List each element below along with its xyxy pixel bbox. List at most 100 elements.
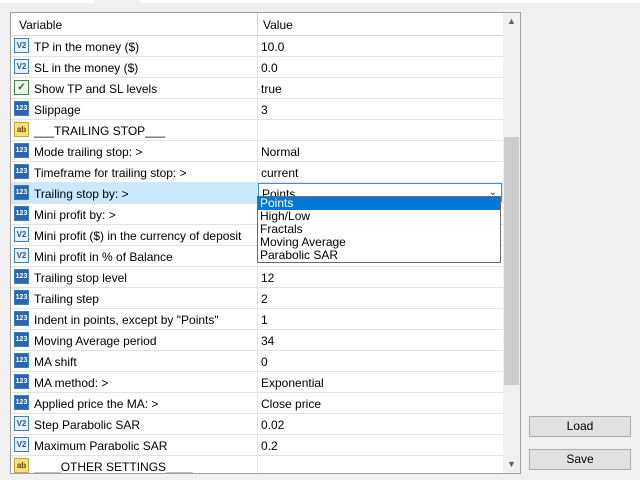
table-row[interactable]: 123 Slippage 3: [11, 99, 503, 120]
table-row[interactable]: 123 Timeframe for trailing stop: > current: [11, 162, 503, 183]
value-cell[interactable]: 10.0: [261, 40, 284, 54]
value-cell[interactable]: current: [261, 166, 298, 180]
value-cell[interactable]: 12: [261, 271, 274, 285]
header-variable: Variable: [19, 18, 63, 32]
value-cell[interactable]: 0.02: [261, 418, 284, 432]
table-row[interactable]: 123 Mode trailing stop: > Normal: [11, 141, 503, 162]
integer-value-icon: 123: [14, 332, 29, 347]
table-row[interactable]: V2 Step Parabolic SAR 0.02: [11, 414, 503, 435]
table-row[interactable]: 123 Trailing step 2: [11, 288, 503, 309]
variable-cell[interactable]: V2 SL in the money ($): [11, 57, 258, 77]
table-row[interactable]: V2 Maximum Parabolic SAR 0.2: [11, 435, 503, 456]
variable-cell[interactable]: 123 Moving Average period: [11, 330, 258, 350]
load-button[interactable]: Load: [529, 416, 631, 437]
variable-name: Slippage: [34, 103, 81, 117]
variable-cell[interactable]: 123 Trailing stop by: >: [11, 183, 258, 203]
variable-cell[interactable]: 123 MA method: >: [11, 372, 258, 392]
table-row[interactable]: 123 Trailing stop level 12: [11, 267, 503, 288]
value-cell[interactable]: 1: [261, 313, 268, 327]
integer-value-icon: 123: [14, 185, 29, 200]
variable-cell[interactable]: 123 Slippage: [11, 99, 258, 119]
variable-name: Maximum Parabolic SAR: [34, 439, 168, 453]
save-button[interactable]: Save: [529, 449, 631, 470]
variable-name: ____OTHER SETTINGS____: [34, 460, 193, 474]
value-cell[interactable]: 0: [261, 355, 268, 369]
integer-value-icon: 123: [14, 206, 29, 221]
table-row[interactable]: ✓ Show TP and SL levels true: [11, 78, 503, 99]
variable-name: Mini profit in % of Balance: [34, 250, 173, 264]
value-cell[interactable]: 3: [261, 103, 268, 117]
integer-value-icon: 123: [14, 395, 29, 410]
variable-name: SL in the money ($): [34, 61, 139, 75]
scroll-up-arrow-icon[interactable]: ▲: [503, 13, 520, 30]
double-value-icon: V2: [14, 38, 29, 53]
variable-cell[interactable]: V2 TP in the money ($): [11, 36, 258, 56]
variable-cell[interactable]: 123 Applied price the MA: >: [11, 393, 258, 413]
value-cell[interactable]: 0.0: [261, 61, 278, 75]
variable-cell[interactable]: 123 MA shift: [11, 351, 258, 371]
value-cell[interactable]: Close price: [261, 397, 321, 411]
value-cell[interactable]: 2: [261, 292, 268, 306]
variable-name: Trailing step: [34, 292, 99, 306]
variable-cell[interactable]: 123 Mode trailing stop: >: [11, 141, 258, 161]
variable-cell[interactable]: ab ____OTHER SETTINGS____: [11, 456, 258, 474]
integer-value-icon: 123: [14, 143, 29, 158]
variable-name: Show TP and SL levels: [34, 82, 158, 96]
double-value-icon: V2: [14, 227, 29, 242]
variable-name: Applied price the MA: >: [34, 397, 159, 411]
grid-header: Variable Value: [11, 13, 503, 36]
variable-cell[interactable]: 123 Timeframe for trailing stop: >: [11, 162, 258, 182]
trailing-stop-by-dropdown[interactable]: Points High/Low Fractals Moving Average Para…: [257, 196, 501, 263]
variable-name: MA method: >: [34, 376, 109, 390]
variable-cell[interactable]: 123 Indent in points, except by "Points": [11, 309, 258, 329]
variable-cell[interactable]: V2 Maximum Parabolic SAR: [11, 435, 258, 455]
variable-cell[interactable]: ab ___TRAILING STOP___: [11, 120, 258, 140]
header-value[interactable]: Value: [263, 18, 293, 32]
value-cell[interactable]: Normal: [261, 145, 300, 159]
value-cell[interactable]: 34: [261, 334, 274, 348]
table-row[interactable]: V2 SL in the money ($) 0.0: [11, 57, 503, 78]
value-cell[interactable]: 0.2: [261, 439, 278, 453]
variable-cell[interactable]: 123 Trailing step: [11, 288, 258, 308]
integer-value-icon: 123: [14, 290, 29, 305]
variable-cell[interactable]: 123 Mini profit by: >: [11, 204, 258, 224]
variable-cell[interactable]: V2 Step Parabolic SAR: [11, 414, 258, 434]
boolean-value-icon: ✓: [14, 80, 29, 95]
value-cell[interactable]: true: [261, 82, 282, 96]
variable-name: Step Parabolic SAR: [34, 418, 141, 432]
variable-cell[interactable]: 123 Trailing stop level: [11, 267, 258, 287]
scroll-thumb[interactable]: [504, 137, 519, 385]
variable-cell[interactable]: V2 Mini profit ($) in the currency of dep…: [11, 225, 258, 245]
double-value-icon: V2: [14, 248, 29, 263]
tab-stub-right: [140, 0, 640, 3]
variable-cell[interactable]: ✓ Show TP and SL levels: [11, 78, 258, 98]
variable-cell[interactable]: V2 Mini profit in % of Balance: [11, 246, 258, 266]
integer-value-icon: 123: [14, 101, 29, 116]
value-cell[interactable]: Exponential: [261, 376, 324, 390]
double-value-icon: V2: [14, 59, 29, 74]
variable-name: Timeframe for trailing stop: >: [34, 166, 187, 180]
variable-name: ___TRAILING STOP___: [34, 124, 166, 138]
double-value-icon: V2: [14, 416, 29, 431]
string-value-icon: ab: [14, 122, 29, 137]
table-row[interactable]: 123 MA shift 0: [11, 351, 503, 372]
variable-name: Mini profit by: >: [34, 208, 116, 222]
integer-value-icon: 123: [14, 164, 29, 179]
scroll-down-arrow-icon[interactable]: ▼: [503, 456, 520, 473]
integer-value-icon: 123: [14, 311, 29, 326]
tab-stub-left: [0, 0, 94, 3]
table-row[interactable]: 123 MA method: > Exponential: [11, 372, 503, 393]
integer-value-icon: 123: [14, 353, 29, 368]
table-row[interactable]: 123 Indent in points, except by "Points" 1: [11, 309, 503, 330]
vertical-scrollbar[interactable]: ▲ ▼: [503, 13, 520, 473]
dropdown-option[interactable]: Parabolic SAR: [258, 249, 500, 262]
table-row[interactable]: V2 TP in the money ($) 10.0: [11, 36, 503, 57]
variable-name: MA shift: [34, 355, 77, 369]
integer-value-icon: 123: [14, 374, 29, 389]
header-variable-cell[interactable]: Variable: [11, 13, 258, 35]
table-row[interactable]: 123 Applied price the MA: > Close price: [11, 393, 503, 414]
table-row[interactable]: 123 Moving Average period 34: [11, 330, 503, 351]
table-row[interactable]: ab ___TRAILING STOP___: [11, 120, 503, 141]
variable-name: Mini profit ($) in the currency of depos…: [34, 229, 242, 243]
table-row[interactable]: ab ____OTHER SETTINGS____: [11, 456, 503, 474]
